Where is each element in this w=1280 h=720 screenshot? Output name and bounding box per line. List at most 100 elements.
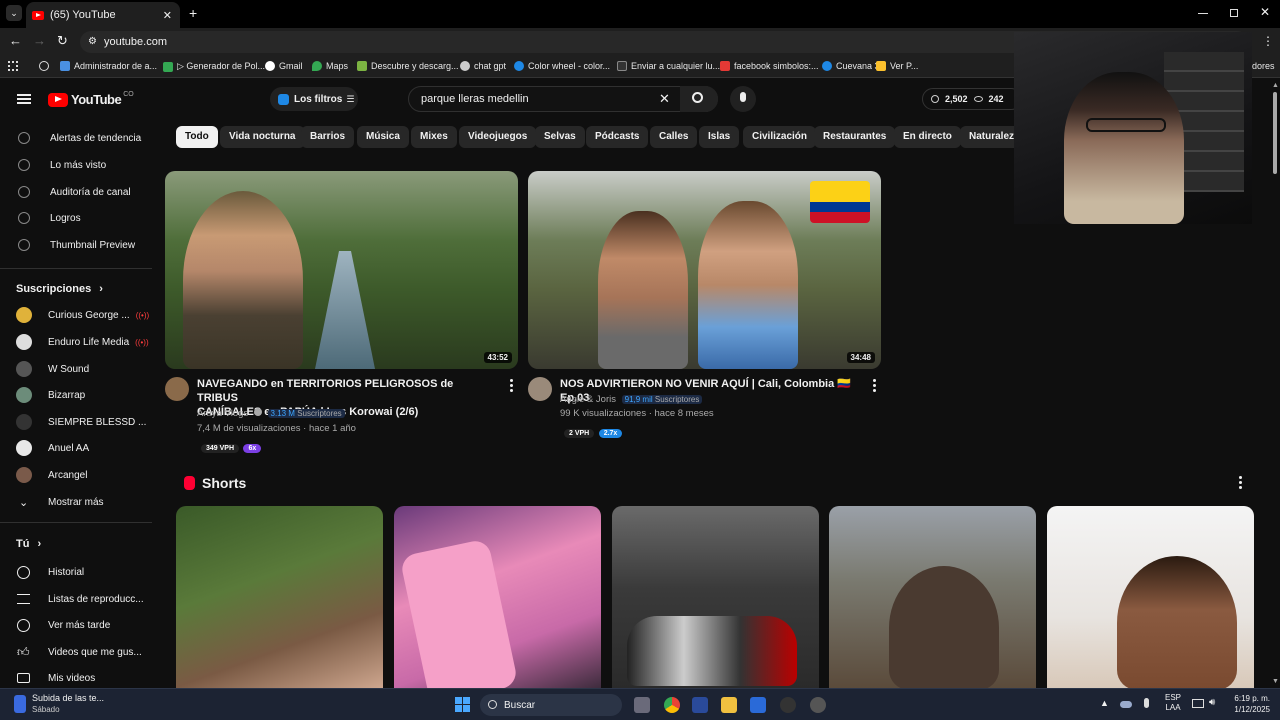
search-button[interactable] <box>680 86 718 112</box>
channel-name[interactable]: Araya Vlogs <box>197 408 248 419</box>
windows-start-icon[interactable] <box>455 697 470 712</box>
bookmark-6[interactable]: Color wheel - color... <box>514 61 610 71</box>
chip-mixes[interactable]: Mixes <box>411 126 457 148</box>
clock[interactable]: 6:19 p. m. 1/12/2025 <box>1226 693 1270 715</box>
bookmark-10[interactable]: Ver P... <box>876 61 918 71</box>
volume-icon[interactable]: 🔊︎ <box>1209 697 1215 708</box>
chip-vida-nocturna[interactable]: Vida nocturna <box>220 126 305 148</box>
taskbar-search[interactable]: Buscar <box>480 694 622 716</box>
chip-barrios[interactable]: Barrios <box>301 126 355 148</box>
video-thumbnail[interactable]: 43:52 <box>165 171 518 369</box>
bookmark-11[interactable]: dores <box>1252 61 1275 71</box>
bookmark-4[interactable]: Descubre y descarg... <box>357 61 459 71</box>
file-explorer-icon[interactable] <box>721 697 737 713</box>
search-input[interactable]: parque lleras medellin ✕ <box>408 86 718 112</box>
bookmark-1[interactable]: ▷ Generador de Pol... <box>163 61 265 72</box>
history-clock-icon[interactable] <box>39 61 49 71</box>
channel-name[interactable]: Angie & Joris <box>560 394 616 405</box>
upload-notification[interactable]: Subida de las te... Sábado <box>14 693 104 715</box>
subscriptions-heading[interactable]: Suscripciones › <box>16 283 103 295</box>
store-icon[interactable] <box>750 697 766 713</box>
sidebar-item-my-videos[interactable]: Mis videos <box>0 667 152 689</box>
chip-todo[interactable]: Todo <box>176 126 218 148</box>
bookmark-5[interactable]: chat gpt <box>460 61 506 71</box>
tab-close-icon[interactable]: ✕ <box>163 9 172 22</box>
sidebar-item-sub-2[interactable]: W Sound <box>0 358 152 380</box>
chip-islas[interactable]: Islas <box>699 126 740 148</box>
chip-calles[interactable]: Calles <box>650 126 698 148</box>
voice-search-button[interactable] <box>730 86 756 112</box>
sidebar-item-alertas[interactable]: Alertas de tendencia <box>0 127 152 149</box>
chip-en-directo[interactable]: En directo <box>894 126 961 148</box>
bookmark-3[interactable]: Maps <box>312 61 348 71</box>
apps-grid-icon[interactable] <box>8 61 18 71</box>
close-window-icon[interactable]: ✕ <box>1260 5 1270 19</box>
back-icon[interactable]: ← <box>9 33 22 48</box>
site-info-icon[interactable]: ⚙ <box>88 31 97 53</box>
more-options-icon[interactable] <box>510 379 514 393</box>
sidebar-item-logros[interactable]: Logros <box>0 207 152 229</box>
youtube-logo[interactable]: YouTube CO <box>48 91 134 107</box>
sidebar-item-sub-0[interactable]: Curious George ... ((•)) <box>0 304 152 326</box>
app-icon[interactable] <box>780 697 796 713</box>
channel-avatar[interactable] <box>528 377 552 401</box>
display-icon[interactable] <box>1192 699 1204 708</box>
sidebar-item-thumbnail[interactable]: Thumbnail Preview <box>0 234 152 256</box>
sidebar-item-watch-later[interactable]: Ver más tarde <box>0 614 152 636</box>
sidebar-item-sub-5[interactable]: Anuel AA <box>0 437 152 459</box>
sidebar-item-sub-4[interactable]: SIEMPRE BLESSD ... <box>0 411 152 433</box>
hamburger-menu-icon[interactable] <box>17 94 31 104</box>
bookmark-2[interactable]: Gmail <box>265 61 303 71</box>
browser-menu-icon[interactable]: ⋮ <box>1262 34 1274 48</box>
you-heading[interactable]: Tú › <box>16 538 41 550</box>
chip-podcasts[interactable]: Pódcasts <box>586 126 649 148</box>
sidebar-item-sub-1[interactable]: Enduro Life Media ((•)) <box>0 331 152 353</box>
short-thumbnail[interactable] <box>829 506 1036 690</box>
filters-button[interactable]: Los filtros ☰ <box>270 87 358 111</box>
new-tab-icon[interactable]: + <box>189 5 197 21</box>
clear-search-icon[interactable]: ✕ <box>659 91 670 107</box>
sidebar-item-history[interactable]: Historial <box>0 561 152 583</box>
chip-civilizacion[interactable]: Civilización <box>743 126 817 148</box>
app-icon[interactable] <box>692 697 708 713</box>
show-more-button[interactable]: ⌄ Mostrar más <box>0 491 152 513</box>
chip-restaurantes[interactable]: Restaurantes <box>814 126 896 148</box>
language-indicator[interactable]: ESP LAA <box>1165 693 1181 713</box>
microphone-tray-icon[interactable] <box>1144 698 1149 708</box>
bookmark-9[interactable]: Cuevana 3 <box>822 61 880 71</box>
browser-tab[interactable]: (65) YouTube ✕ <box>26 2 180 28</box>
scroll-down-icon[interactable]: ▼ <box>1272 678 1279 685</box>
bookmark-0[interactable]: Administrador de a... <box>60 61 157 71</box>
channel-avatar[interactable] <box>165 377 189 401</box>
sidebar-item-sub-6[interactable]: Arcangel <box>0 464 152 486</box>
short-thumbnail[interactable] <box>176 506 383 690</box>
task-view-icon[interactable] <box>634 697 650 713</box>
short-thumbnail[interactable] <box>1047 506 1254 690</box>
tray-chevron-icon[interactable]: ▲ <box>1100 698 1109 708</box>
scroll-up-icon[interactable]: ▲ <box>1272 82 1279 89</box>
chip-selvas[interactable]: Selvas <box>535 126 585 148</box>
sidebar-item-liked[interactable]: 👍︎ Videos que me gus... <box>0 641 152 663</box>
sidebar-item-sub-3[interactable]: Bizarrap <box>0 384 152 406</box>
short-thumbnail[interactable] <box>394 506 601 690</box>
onedrive-icon[interactable] <box>1120 701 1132 708</box>
restore-icon[interactable] <box>1230 9 1238 17</box>
tab-search-chevron-icon[interactable]: ⌄ <box>6 5 22 21</box>
chip-naturaleza[interactable]: Naturaleza <box>960 126 1014 148</box>
stats-widget[interactable]: 2,502 242 <box>922 88 1022 110</box>
short-thumbnail[interactable] <box>612 506 819 690</box>
chip-videojuegos[interactable]: Videojuegos <box>459 126 537 148</box>
shorts-more-icon[interactable] <box>1239 476 1243 490</box>
scroll-thumb[interactable] <box>1273 92 1277 174</box>
sidebar-item-mas-visto[interactable]: Lo más visto <box>0 154 152 176</box>
reload-icon[interactable]: ↻ <box>57 33 68 49</box>
more-options-icon[interactable] <box>873 379 877 393</box>
video-thumbnail[interactable]: 34:48 <box>528 171 881 369</box>
app-icon[interactable] <box>810 697 826 713</box>
bookmark-8[interactable]: facebook simbolos:... <box>720 61 819 71</box>
minimize-icon[interactable] <box>1198 13 1208 14</box>
sidebar-item-playlists[interactable]: Listas de reproducc... <box>0 588 152 610</box>
forward-icon[interactable]: → <box>33 33 46 48</box>
sidebar-item-auditoria[interactable]: Auditoría de canal <box>0 181 152 203</box>
bookmark-7[interactable]: Enviar a cualquier lu... <box>617 61 720 71</box>
